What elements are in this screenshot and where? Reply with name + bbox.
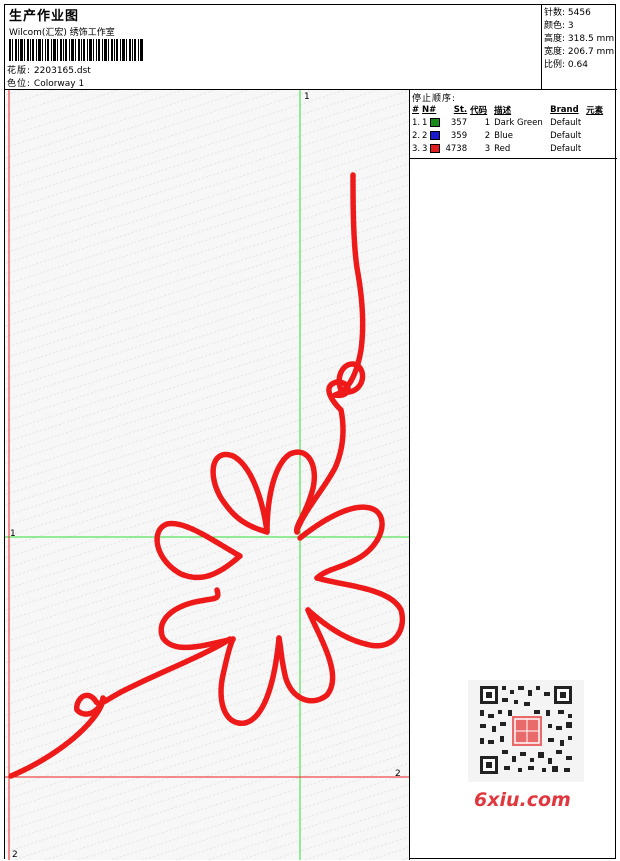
stat-scale: 比例: 0.64 — [544, 60, 588, 70]
design-file-label: 花版: — [7, 66, 32, 76]
colorway: 色位: Colorway 1 — [7, 76, 84, 89]
color-swatch — [430, 130, 441, 140]
design-file-value: 2203165.dst — [33, 66, 91, 76]
stat-height: 高度: 318.5 mm — [544, 34, 615, 44]
table-row[interactable]: 2. 2 359 2 Blue Default — [412, 129, 616, 142]
design-stats: 针数: 5456 颜色: 3 高度: 318.5 mm 宽度: 206.7 mm… — [542, 5, 617, 89]
header-info: 生产作业图 Wilcom(汇宏) 绣饰工作室 花版: 2203165.dst 色… — [5, 5, 542, 89]
table-header-row: # N# St. 代码 描述 Brand 元素 — [412, 104, 604, 116]
stop-sequence-title: 停止顺序: — [412, 94, 457, 104]
colorway-value: Colorway 1 — [33, 79, 85, 89]
color-swatch — [430, 117, 441, 127]
axis-label-left: 1 — [10, 529, 16, 539]
stop-sequence-table: # N# St. 代码 描述 Brand 元素 1. 1 357 1 Dark … — [412, 103, 616, 155]
studio-name: Wilcom(汇宏) 绣饰工作室 — [9, 28, 115, 38]
watermark-text: 6xiu.com — [474, 789, 571, 811]
stat-stitches: 针数: 5456 — [544, 8, 591, 18]
axis-label-top: 1 — [304, 92, 310, 102]
colorway-label: 色位: — [7, 79, 32, 89]
embroidery-canvas — [5, 90, 409, 860]
color-swatch — [430, 143, 441, 153]
qr-code-icon — [468, 680, 584, 782]
stat-colors: 颜色: 3 — [544, 21, 574, 31]
axis-label-right: 2 — [395, 769, 401, 779]
table-row[interactable]: 3. 3 4738 3 Red Default — [412, 142, 616, 155]
barcode-icon — [9, 39, 143, 61]
table-row[interactable]: 1. 1 357 1 Dark Green Default — [412, 116, 616, 129]
stat-width: 宽度: 206.7 mm — [544, 47, 615, 57]
stop-sequence-header: 停止顺序: # N# St. 代码 描述 Brand 元素 1. 1 357 1… — [410, 90, 617, 159]
axis-label-bottom: 2 — [12, 850, 18, 860]
page-title: 生产作业图 — [9, 9, 80, 24]
design-file: 花版: 2203165.dst — [7, 63, 91, 76]
design-preview[interactable]: 1 1 2 2 — [5, 90, 410, 860]
